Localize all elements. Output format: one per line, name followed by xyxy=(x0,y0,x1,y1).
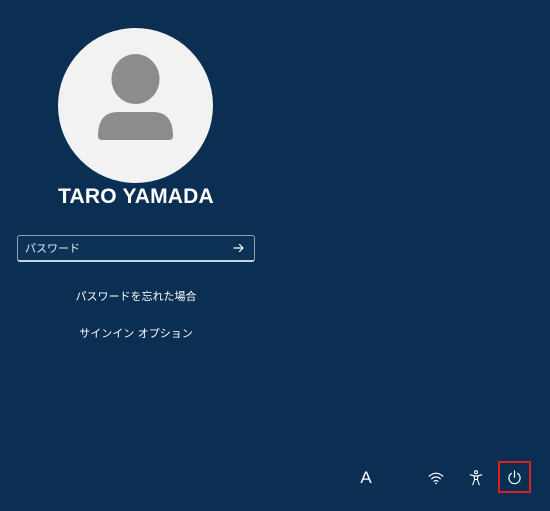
wifi-button[interactable] xyxy=(424,466,448,490)
input-language-button[interactable]: A xyxy=(352,465,380,491)
accessibility-button[interactable] xyxy=(464,466,488,490)
user-avatar xyxy=(58,28,213,183)
submit-arrow-button[interactable] xyxy=(224,236,254,260)
arrow-right-icon xyxy=(233,243,244,253)
power-icon xyxy=(508,469,521,484)
wifi-icon xyxy=(428,472,444,485)
accessibility-icon xyxy=(469,470,483,486)
user-silhouette-icon xyxy=(98,54,173,140)
password-input[interactable] xyxy=(18,236,224,260)
sign-in-options-link[interactable]: サインイン オプション xyxy=(0,325,272,341)
user-name: TARO YAMADA xyxy=(58,185,214,208)
password-field[interactable] xyxy=(17,235,255,262)
forgot-password-link[interactable]: パスワードを忘れた場合 xyxy=(0,288,272,304)
power-button[interactable] xyxy=(498,461,531,493)
